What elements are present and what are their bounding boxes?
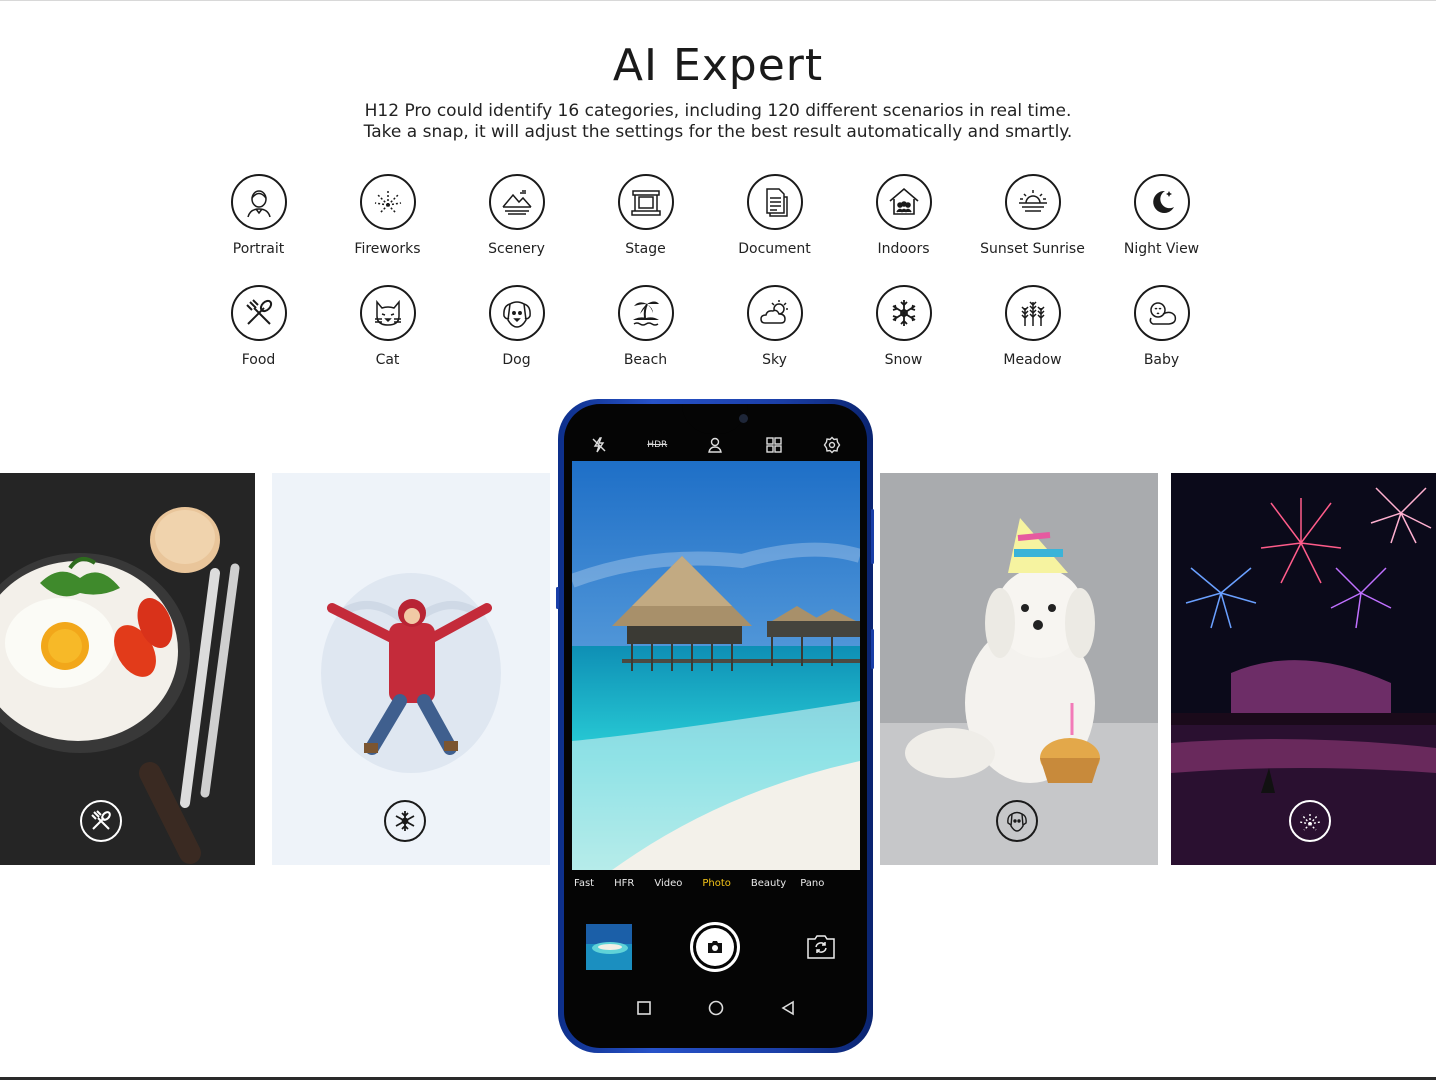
camera-toolbar: HDR bbox=[564, 432, 867, 458]
volume-button bbox=[556, 587, 559, 609]
category-document[interactable]: Document bbox=[710, 174, 839, 285]
category-row-1: Portrait Fireworks Scenery Stage Documen… bbox=[194, 174, 1226, 285]
page-subtitle: H12 Pro could identify 16 categories, in… bbox=[0, 101, 1436, 143]
mode-photo[interactable]: Photo bbox=[702, 878, 731, 889]
category-row-2: Food Cat Dog Beach Sky Snow Meadow Baby bbox=[194, 285, 1226, 396]
category-stage[interactable]: Stage bbox=[581, 174, 710, 285]
category-portrait[interactable]: Portrait bbox=[194, 174, 323, 285]
phone-screen: HDR Fast HFR Video Photo Beauty Pano bbox=[564, 404, 867, 1048]
category-food[interactable]: Food bbox=[194, 285, 323, 396]
camera-viewfinder[interactable] bbox=[572, 461, 860, 870]
food-icon bbox=[230, 285, 287, 341]
indoors-icon bbox=[875, 174, 932, 230]
grid-icon[interactable] bbox=[762, 433, 786, 457]
document-icon bbox=[746, 174, 803, 230]
category-scenery[interactable]: Scenery bbox=[452, 174, 581, 285]
settings-gear-icon[interactable] bbox=[820, 433, 844, 457]
baby-icon bbox=[1133, 285, 1190, 341]
category-indoors[interactable]: Indoors bbox=[839, 174, 968, 285]
category-grid: Portrait Fireworks Scenery Stage Documen… bbox=[194, 174, 1226, 396]
meadow-icon bbox=[1004, 285, 1061, 341]
fireworks-icon bbox=[359, 174, 416, 230]
switch-camera-icon[interactable] bbox=[805, 932, 837, 962]
dog-badge bbox=[996, 800, 1038, 842]
category-label: Fireworks bbox=[354, 241, 421, 257]
top-divider bbox=[0, 0, 1436, 1]
category-snow[interactable]: Snow bbox=[839, 285, 968, 396]
mode-beauty[interactable]: Beauty bbox=[751, 878, 786, 889]
category-label: Portrait bbox=[232, 241, 285, 257]
hdr-off-icon[interactable]: HDR bbox=[645, 433, 669, 457]
fireworks-badge bbox=[1289, 800, 1331, 842]
portrait-mode-icon[interactable] bbox=[703, 433, 727, 457]
category-sky[interactable]: Sky bbox=[710, 285, 839, 396]
mode-hfr[interactable]: HFR bbox=[614, 878, 634, 889]
category-dog[interactable]: Dog bbox=[452, 285, 581, 396]
category-label: Document bbox=[738, 241, 811, 257]
phone-mockup: HDR Fast HFR Video Photo Beauty Pano bbox=[556, 399, 874, 1053]
category-label: Baby bbox=[1143, 352, 1180, 368]
category-label: Cat bbox=[375, 352, 400, 368]
snow-badge bbox=[384, 800, 426, 842]
fireworks-photo bbox=[1171, 473, 1436, 865]
back-icon[interactable] bbox=[780, 1000, 796, 1016]
scenery-icon bbox=[488, 174, 545, 230]
mode-fast[interactable]: Fast bbox=[574, 878, 594, 889]
category-label: Scenery bbox=[488, 241, 545, 257]
mode-video[interactable]: Video bbox=[654, 878, 682, 889]
subtitle-line-2: Take a snap, it will adjust the settings… bbox=[363, 122, 1073, 142]
category-meadow[interactable]: Meadow bbox=[968, 285, 1097, 396]
category-cat[interactable]: Cat bbox=[323, 285, 452, 396]
food-badge bbox=[80, 800, 122, 842]
night-view-icon bbox=[1133, 174, 1190, 230]
flash-off-icon[interactable] bbox=[587, 433, 611, 457]
category-baby[interactable]: Baby bbox=[1097, 285, 1226, 396]
category-label: Night View bbox=[1123, 241, 1200, 257]
beach-icon bbox=[617, 285, 674, 341]
category-label: Indoors bbox=[877, 241, 930, 257]
category-beach[interactable]: Beach bbox=[581, 285, 710, 396]
dog-photo bbox=[880, 473, 1158, 865]
category-fireworks[interactable]: Fireworks bbox=[323, 174, 452, 285]
snow-icon bbox=[875, 285, 932, 341]
sky-icon bbox=[746, 285, 803, 341]
sunset-icon bbox=[1004, 174, 1061, 230]
snow-photo bbox=[272, 473, 550, 865]
category-label: Stage bbox=[625, 241, 666, 257]
category-label: Meadow bbox=[1003, 352, 1062, 368]
stage-icon bbox=[617, 174, 674, 230]
category-label: Snow bbox=[884, 352, 923, 368]
subtitle-line-1: H12 Pro could identify 16 categories, in… bbox=[364, 101, 1072, 121]
mode-pano[interactable]: Pano bbox=[800, 878, 824, 889]
gallery-thumbnail[interactable] bbox=[586, 924, 632, 970]
cat-icon bbox=[359, 285, 416, 341]
category-label: Food bbox=[241, 352, 276, 368]
category-label: Beach bbox=[623, 352, 668, 368]
category-label: Dog bbox=[502, 352, 531, 368]
side-button bbox=[871, 629, 874, 669]
camera-icon bbox=[696, 928, 734, 966]
page-title: AI Expert bbox=[612, 40, 824, 91]
category-label: Sunset Sunrise bbox=[980, 241, 1085, 257]
category-sunset-sunrise[interactable]: Sunset Sunrise bbox=[968, 174, 1097, 285]
portrait-icon bbox=[230, 174, 287, 230]
home-icon[interactable] bbox=[708, 1000, 724, 1016]
food-photo bbox=[0, 473, 255, 865]
front-camera bbox=[739, 414, 748, 423]
recents-icon[interactable] bbox=[636, 1000, 652, 1016]
power-button bbox=[871, 509, 874, 564]
category-night-view[interactable]: Night View bbox=[1097, 174, 1226, 285]
category-label: Sky bbox=[762, 352, 787, 368]
camera-mode-selector: Fast HFR Video Photo Beauty Pano bbox=[574, 878, 844, 889]
android-nav-bar bbox=[564, 996, 867, 1020]
dog-icon bbox=[488, 285, 545, 341]
shutter-button[interactable] bbox=[690, 922, 740, 972]
